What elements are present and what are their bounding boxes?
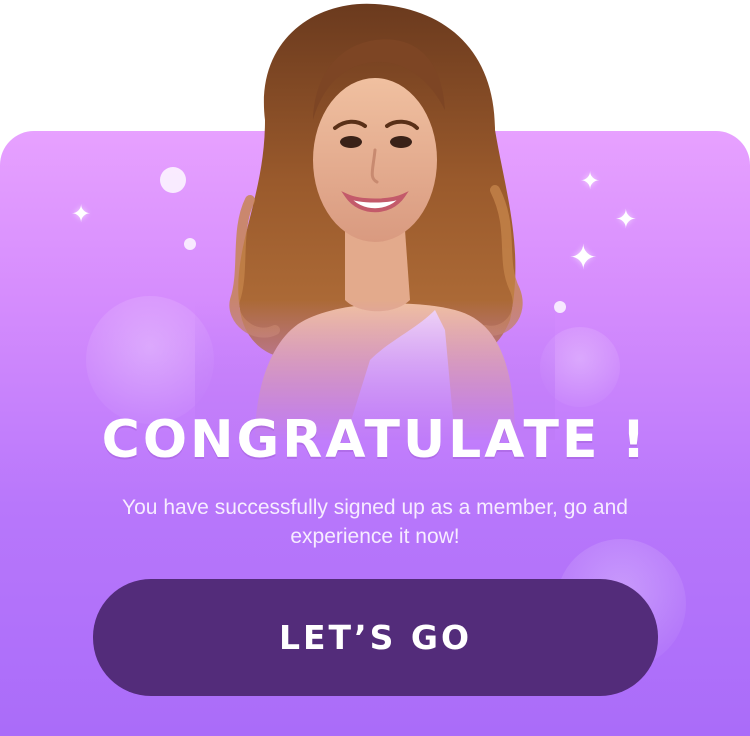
- sparkle-icon: ✦: [615, 205, 637, 235]
- sparkle-icon: ✦: [71, 200, 92, 228]
- sparkle-icon: ✦: [569, 238, 598, 278]
- decor-dot: [160, 167, 186, 193]
- member-portrait-image: [195, 0, 555, 440]
- lets-go-button[interactable]: LET’S GO: [93, 579, 658, 696]
- congratulations-title: CONGRATULATE !: [101, 410, 649, 470]
- decor-dot: [554, 301, 566, 313]
- lets-go-button-label: LET’S GO: [278, 618, 472, 657]
- signup-success-message: You have successfully signed up as a mem…: [122, 496, 628, 548]
- sparkle-icon: ✦: [580, 167, 601, 195]
